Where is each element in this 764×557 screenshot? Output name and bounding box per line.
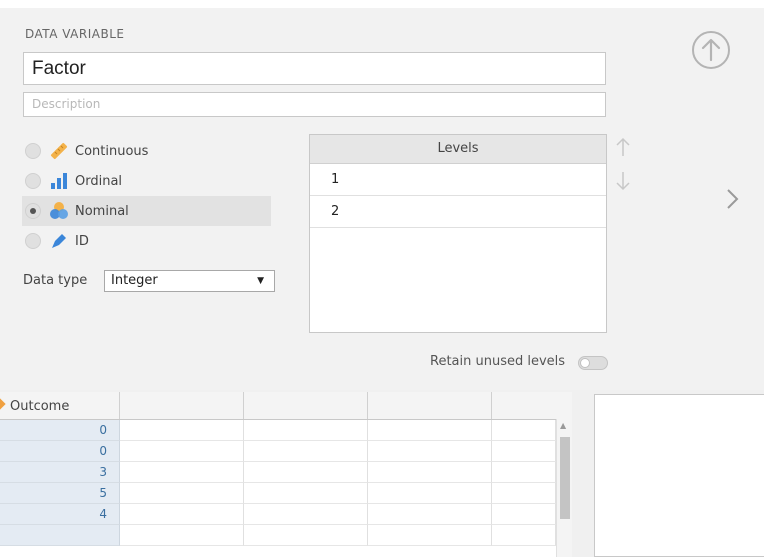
venn-circles-icon <box>49 201 69 221</box>
table-row: 0 <box>0 420 556 441</box>
cell-value[interactable]: 0 <box>0 441 120 462</box>
cell[interactable] <box>244 420 368 441</box>
top-strip <box>0 0 764 8</box>
cell[interactable] <box>368 441 492 462</box>
move-level-down-icon[interactable] <box>614 170 632 192</box>
ruler-icon <box>49 141 69 161</box>
cell[interactable] <box>492 525 556 546</box>
table-row: 4 <box>0 504 556 525</box>
chevron-right-icon[interactable] <box>722 184 742 214</box>
measure-ordinal[interactable]: Ordinal <box>22 166 271 196</box>
data-type-label: Data type <box>23 273 88 288</box>
cell[interactable] <box>120 483 244 504</box>
table-row: 0 <box>0 441 556 462</box>
measure-label: Continuous <box>75 143 149 159</box>
variable-name-input[interactable]: Factor <box>23 52 606 85</box>
cell[interactable] <box>368 420 492 441</box>
cell[interactable] <box>120 525 244 546</box>
level-item[interactable]: 1 <box>310 164 606 196</box>
column-header[interactable] <box>120 392 244 419</box>
tag-icon <box>49 231 69 251</box>
dropdown-caret-icon: ▼ <box>257 276 264 286</box>
cell-value[interactable]: 3 <box>0 462 120 483</box>
measure-label: Nominal <box>75 203 129 219</box>
measure-nominal[interactable]: Nominal <box>22 196 271 226</box>
cell[interactable] <box>492 441 556 462</box>
cell[interactable] <box>368 504 492 525</box>
cell-value[interactable] <box>0 525 120 546</box>
collapse-up-icon[interactable] <box>690 29 732 71</box>
cell-value[interactable]: 0 <box>0 420 120 441</box>
cell[interactable] <box>244 483 368 504</box>
cell[interactable] <box>244 504 368 525</box>
column-header[interactable] <box>368 392 492 419</box>
table-row: 3 <box>0 462 556 483</box>
levels-header: Levels <box>310 135 606 164</box>
measure-label: Ordinal <box>75 173 123 189</box>
measure-continuous[interactable]: Continuous <box>22 136 271 166</box>
data-type-value: Integer <box>111 273 158 288</box>
table-row <box>0 525 556 546</box>
cell-value[interactable]: 4 <box>0 504 120 525</box>
cell[interactable] <box>492 483 556 504</box>
column-name: Outcome <box>10 399 70 414</box>
scrollbar-thumb[interactable] <box>560 437 570 519</box>
column-header[interactable] <box>492 392 572 419</box>
radio-nominal[interactable] <box>25 203 41 219</box>
grid-header: Outcome <box>0 392 572 420</box>
retain-unused-levels-label: Retain unused levels <box>430 354 566 369</box>
retain-unused-levels-toggle[interactable] <box>578 356 608 370</box>
radio-ordinal[interactable] <box>25 173 41 189</box>
levels-list: Levels 1 2 <box>309 134 607 333</box>
column-header-outcome[interactable]: Outcome <box>0 392 120 419</box>
section-title: DATA VARIABLE <box>25 27 125 41</box>
description-input[interactable]: Description <box>23 92 606 117</box>
data-grid: Outcome 0 0 3 5 4 ▲ <box>0 392 572 557</box>
bar-chart-icon <box>49 171 69 191</box>
table-row: 5 <box>0 483 556 504</box>
cell[interactable] <box>368 462 492 483</box>
cell[interactable] <box>244 525 368 546</box>
cell[interactable] <box>120 420 244 441</box>
cell[interactable] <box>492 504 556 525</box>
cell[interactable] <box>492 420 556 441</box>
results-panel <box>594 394 764 557</box>
level-item[interactable]: 2 <box>310 196 606 228</box>
vertical-scrollbar[interactable]: ▲ <box>556 419 572 557</box>
column-header[interactable] <box>244 392 368 419</box>
cell-value[interactable]: 5 <box>0 483 120 504</box>
cell[interactable] <box>368 525 492 546</box>
measure-id[interactable]: ID <box>22 226 271 256</box>
cell[interactable] <box>120 441 244 462</box>
cell[interactable] <box>368 483 492 504</box>
cell[interactable] <box>244 441 368 462</box>
radio-continuous[interactable] <box>25 143 41 159</box>
measure-label: ID <box>75 233 89 249</box>
cell[interactable] <box>244 462 368 483</box>
move-level-up-icon[interactable] <box>614 136 632 158</box>
cell[interactable] <box>120 462 244 483</box>
radio-id[interactable] <box>25 233 41 249</box>
cell[interactable] <box>120 504 244 525</box>
cell[interactable] <box>492 462 556 483</box>
data-type-select[interactable]: Integer ▼ <box>104 270 275 292</box>
scroll-up-icon[interactable]: ▲ <box>560 421 566 430</box>
